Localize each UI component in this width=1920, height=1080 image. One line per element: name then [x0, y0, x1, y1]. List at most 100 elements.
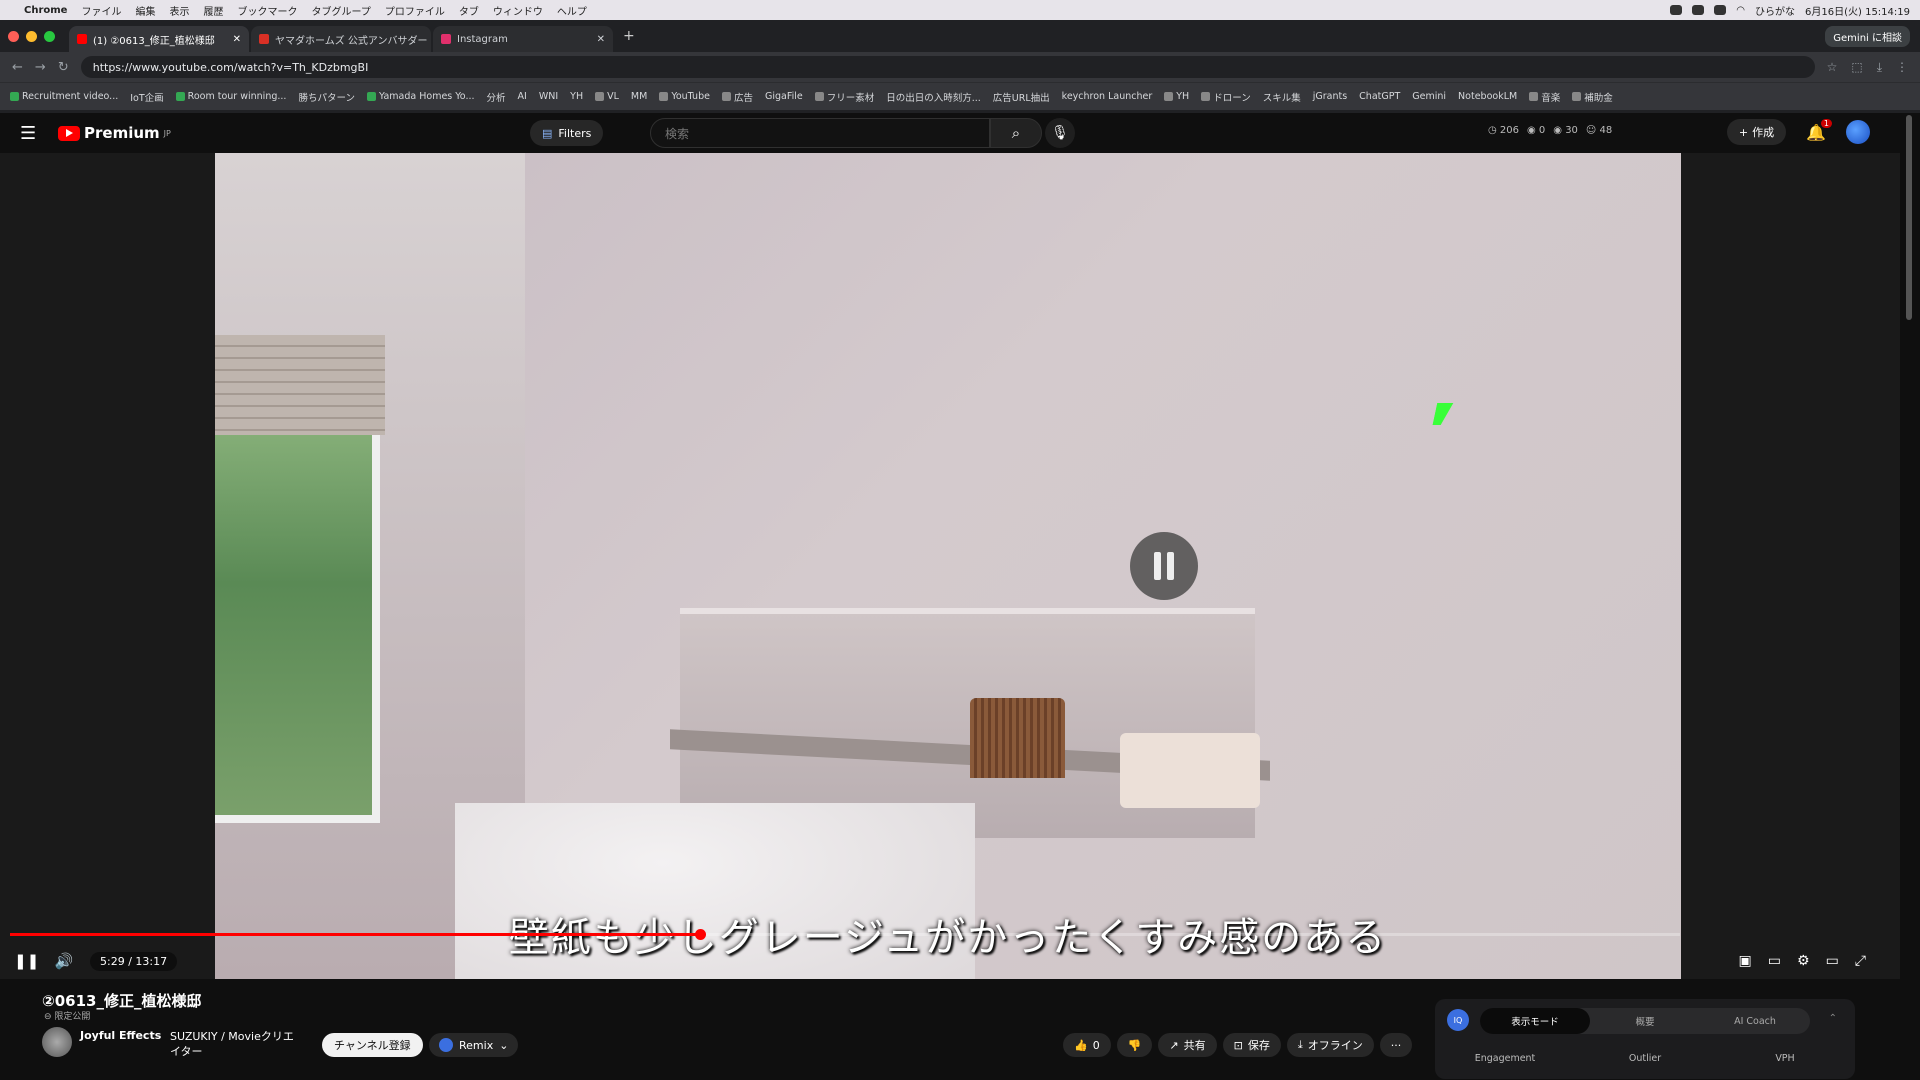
bookmark-folder[interactable]: ドローン — [1201, 90, 1251, 104]
bookmark-folder[interactable]: YouTube — [659, 91, 710, 102]
bookmark-item[interactable]: YH — [570, 91, 583, 102]
settings-gear-icon[interactable]: ⚙ — [1797, 953, 1810, 969]
subscribe-button[interactable]: チャンネル登録 — [322, 1033, 423, 1057]
back-icon[interactable]: ← — [12, 60, 23, 75]
pause-icon[interactable]: ❚❚ — [14, 952, 39, 970]
menu-item[interactable]: タブ — [459, 3, 479, 18]
bookmark-item[interactable]: WNI — [539, 91, 558, 102]
bookmark-item[interactable]: Yamada Homes Yo... — [366, 91, 475, 102]
volume-icon[interactable]: 🔊 — [52, 952, 76, 970]
tab-display-mode[interactable]: 表示モード — [1480, 1008, 1590, 1034]
menu-item[interactable]: ヘルプ — [557, 3, 587, 18]
battery-icon[interactable] — [1714, 5, 1727, 15]
bookmark-folder[interactable]: 広告 — [721, 90, 753, 104]
create-button[interactable]: + 作成 — [1726, 119, 1787, 145]
close-icon[interactable]: ✕ — [233, 34, 241, 45]
bookmark-item[interactable]: NotebookLM — [1458, 91, 1517, 102]
like-button[interactable]: 👍 0 — [1063, 1033, 1111, 1057]
bookmark-folder[interactable]: VL — [595, 91, 619, 102]
download-icon[interactable]: ⤓ — [1877, 60, 1882, 75]
url-field[interactable]: https://www.youtube.com/watch?v=Th_KDzbm… — [80, 56, 1815, 78]
bookmark-item[interactable]: GigaFile — [765, 91, 803, 102]
center-pause-icon[interactable] — [1130, 532, 1198, 600]
offline-download-button[interactable]: ⤓ オフライン — [1286, 1033, 1374, 1057]
status-icon[interactable] — [1692, 5, 1705, 15]
bookmark-item[interactable]: MM — [631, 91, 647, 102]
reload-icon[interactable]: ↻ — [58, 60, 69, 75]
bookmark-item[interactable]: jGrants — [1313, 91, 1347, 102]
status-icon[interactable] — [1670, 5, 1683, 15]
search-input[interactable]: 検索 — [650, 118, 990, 148]
menu-item[interactable]: ファイル — [81, 3, 121, 18]
bookmark-item[interactable]: AI — [518, 91, 527, 102]
youtube-logo[interactable]: Premium JP — [58, 124, 171, 142]
channel-avatar[interactable] — [42, 1027, 72, 1057]
fullscreen-icon[interactable]: ⤢ — [1855, 953, 1866, 969]
tab-ai-coach[interactable]: AI Coach — [1700, 1008, 1810, 1034]
gemini-button[interactable]: Gemini に相談 — [1825, 26, 1910, 47]
extensions-icon[interactable]: ⬚ — [1851, 60, 1862, 75]
close-window-button[interactable] — [8, 30, 19, 42]
bookmark-item[interactable]: 勝ちパターン — [298, 90, 355, 104]
tab-overview[interactable]: 概要 — [1590, 1008, 1700, 1034]
account-avatar[interactable] — [1846, 120, 1870, 144]
bookmark-folder[interactable]: 音楽 — [1529, 90, 1560, 104]
new-tab-icon[interactable]: + — [623, 28, 635, 44]
more-actions-button[interactable]: ··· — [1379, 1033, 1413, 1057]
theater-mode-icon[interactable]: ▭ — [1826, 953, 1839, 969]
ime-indicator[interactable]: ひらがな — [1755, 3, 1795, 18]
bookmark-folder[interactable]: 補助金 — [1572, 90, 1613, 104]
video-player[interactable]: 壁紙も少しグレージュがかったくすみ感のある ❚❚ 🔊 5:29 / 13:17 … — [0, 153, 1900, 979]
menu-item[interactable]: ウィンドウ — [493, 3, 543, 18]
menu-item[interactable]: プロファイル — [385, 3, 445, 18]
subtitles-icon[interactable]: ▭ — [1768, 953, 1781, 969]
menu-app-name[interactable]: Chrome — [24, 5, 67, 16]
minimize-window-button[interactable] — [26, 30, 37, 42]
bookmark-item[interactable]: Gemini — [1412, 91, 1446, 102]
close-icon[interactable]: ✕ — [597, 34, 605, 45]
bookmark-item[interactable]: Room tour winning... — [175, 91, 286, 102]
bookmark-star-icon[interactable]: ☆ — [1827, 60, 1838, 75]
bookmark-folder[interactable]: YH — [1164, 91, 1189, 102]
bookmark-item[interactable]: keychron Launcher — [1062, 91, 1153, 102]
menu-item[interactable]: ブックマーク — [237, 3, 297, 18]
filters-button[interactable]: ▤ Filters — [530, 120, 604, 146]
remix-button[interactable]: Remix ⌄ — [429, 1033, 519, 1057]
channel-name[interactable]: Joyful Effects — [80, 1029, 161, 1042]
tab-instagram[interactable]: Instagram ✕ — [433, 26, 613, 52]
page-scrollbar[interactable] — [1906, 115, 1912, 320]
collaborator-name[interactable]: SUZUKIY / Movieクリエイター — [170, 1029, 300, 1059]
bookmark-item[interactable]: スキル集 — [1263, 90, 1301, 104]
tab-yamada[interactable]: ヤマダホームズ 公式アンバサダー ✕ — [251, 26, 431, 52]
share-button[interactable]: ↗ 共有 — [1158, 1033, 1217, 1057]
bookmark-item[interactable]: ChatGPT — [1359, 91, 1400, 102]
bookmark-item[interactable]: 広告URL抽出 — [993, 90, 1050, 104]
chevron-up-icon[interactable]: ⌃ — [1829, 1013, 1837, 1024]
notifications-button[interactable]: 🔔 1 — [1806, 118, 1832, 142]
bookmark-item[interactable]: IoT企画 — [130, 90, 163, 104]
iq-badge-icon[interactable]: IQ — [1447, 1009, 1469, 1031]
progress-bar[interactable] — [10, 929, 1680, 940]
forward-icon[interactable]: → — [35, 60, 46, 75]
menu-item[interactable]: タブグループ — [311, 3, 370, 18]
menu-dots-icon[interactable]: ⋮ — [1896, 60, 1908, 75]
bookmark-folder[interactable]: フリー素材 — [814, 90, 874, 104]
search-button[interactable]: ⌕ — [990, 118, 1042, 148]
video-frame[interactable] — [215, 153, 1681, 979]
voice-search-button[interactable]: 🎙 — [1045, 118, 1075, 148]
menu-item[interactable]: 表示 — [169, 3, 189, 18]
clock[interactable]: 6月16日(火) 15:14:19 — [1805, 3, 1910, 18]
scrubber-handle[interactable] — [694, 929, 706, 940]
save-button[interactable]: ⊡ 保存 — [1222, 1033, 1281, 1057]
bookmark-item[interactable]: Recruitment video... — [10, 91, 118, 102]
menu-item[interactable]: 編集 — [135, 3, 155, 18]
zoom-window-button[interactable] — [44, 30, 55, 42]
menu-item[interactable]: 履歴 — [203, 3, 223, 18]
tab-youtube[interactable]: (1) ②0613_修正_植松様邸 ✕ — [69, 26, 249, 52]
hamburger-menu-icon[interactable]: ☰ — [20, 123, 50, 144]
bookmark-item[interactable]: 日の出日の入時刻方... — [886, 90, 981, 104]
bookmark-item[interactable]: 分析 — [487, 90, 506, 104]
dislike-button[interactable]: 👎 — [1116, 1033, 1153, 1057]
iq-extension-icon[interactable]: ▣ — [1739, 953, 1752, 969]
wifi-icon[interactable]: ◠ — [1736, 5, 1745, 16]
